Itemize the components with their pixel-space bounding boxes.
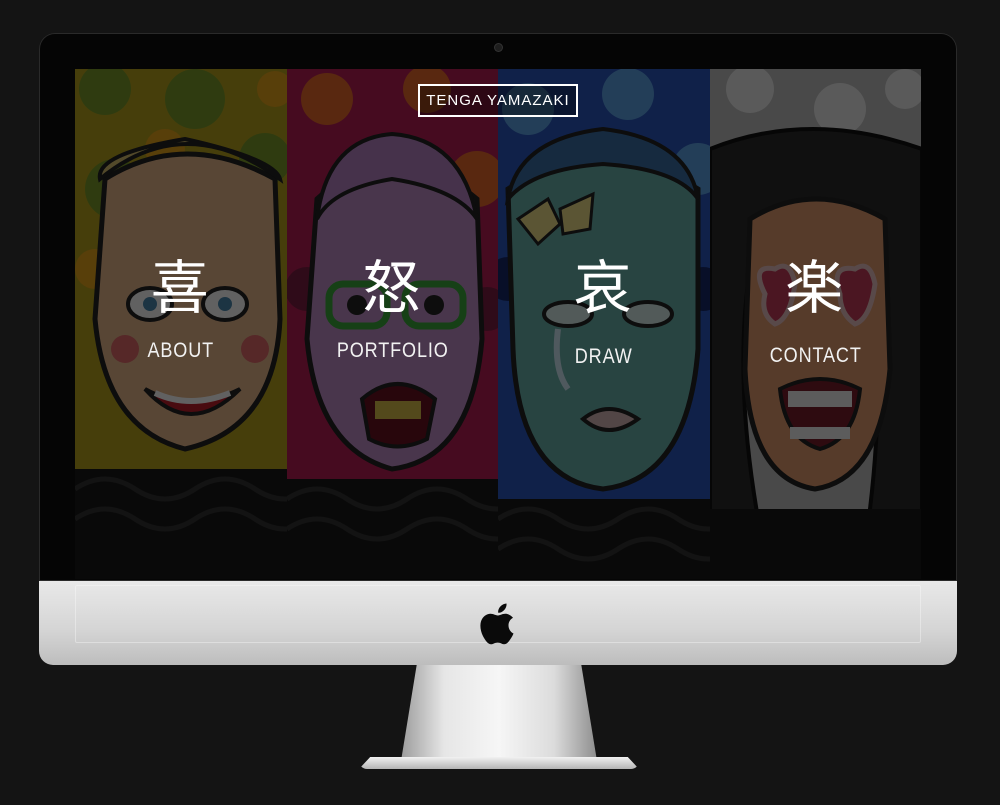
nav-label-draw[interactable]: DRAW [513,345,695,369]
panel-dim-overlay [286,69,498,579]
site-logo[interactable]: TENGA YAMAZAKI [418,84,578,117]
kanji-joy: 喜 [150,254,211,322]
site-logo-text: TENGA YAMAZAKI [426,92,570,109]
camera-icon [495,44,502,51]
panel-dim-overlay [709,69,921,579]
nav-label-contact[interactable]: CONTACT [724,344,906,368]
imac-chin [39,581,957,665]
panel-portfolio[interactable]: 怒 PORTFOLIO [286,69,498,579]
emotion-panels: 喜 ABOUT 怒 PORTFOLIO 哀 DRAW 楽 CONTACT [75,69,921,579]
screen-bezel: 喜 ABOUT 怒 PORTFOLIO 哀 DRAW 楽 CONTACT TEN… [39,33,957,581]
apple-logo-icon [480,603,514,645]
kanji-fun: 楽 [785,254,846,322]
kanji-anger: 怒 [362,254,423,322]
kanji-sorrow: 哀 [573,254,634,322]
imac-stand-base [359,757,639,769]
imac-mockup: 喜 ABOUT 怒 PORTFOLIO 哀 DRAW 楽 CONTACT TEN… [39,33,957,769]
panel-draw[interactable]: 哀 DRAW [498,69,710,579]
panel-about[interactable]: 喜 ABOUT [75,69,287,579]
nav-label-portfolio[interactable]: PORTFOLIO [301,339,483,363]
nav-label-about[interactable]: ABOUT [90,339,272,363]
panel-dim-overlay [498,69,710,579]
panel-contact[interactable]: 楽 CONTACT [709,69,921,579]
imac-stand [401,665,597,761]
panel-dim-overlay [75,69,287,579]
website-screen: 喜 ABOUT 怒 PORTFOLIO 哀 DRAW 楽 CONTACT TEN… [75,69,921,579]
